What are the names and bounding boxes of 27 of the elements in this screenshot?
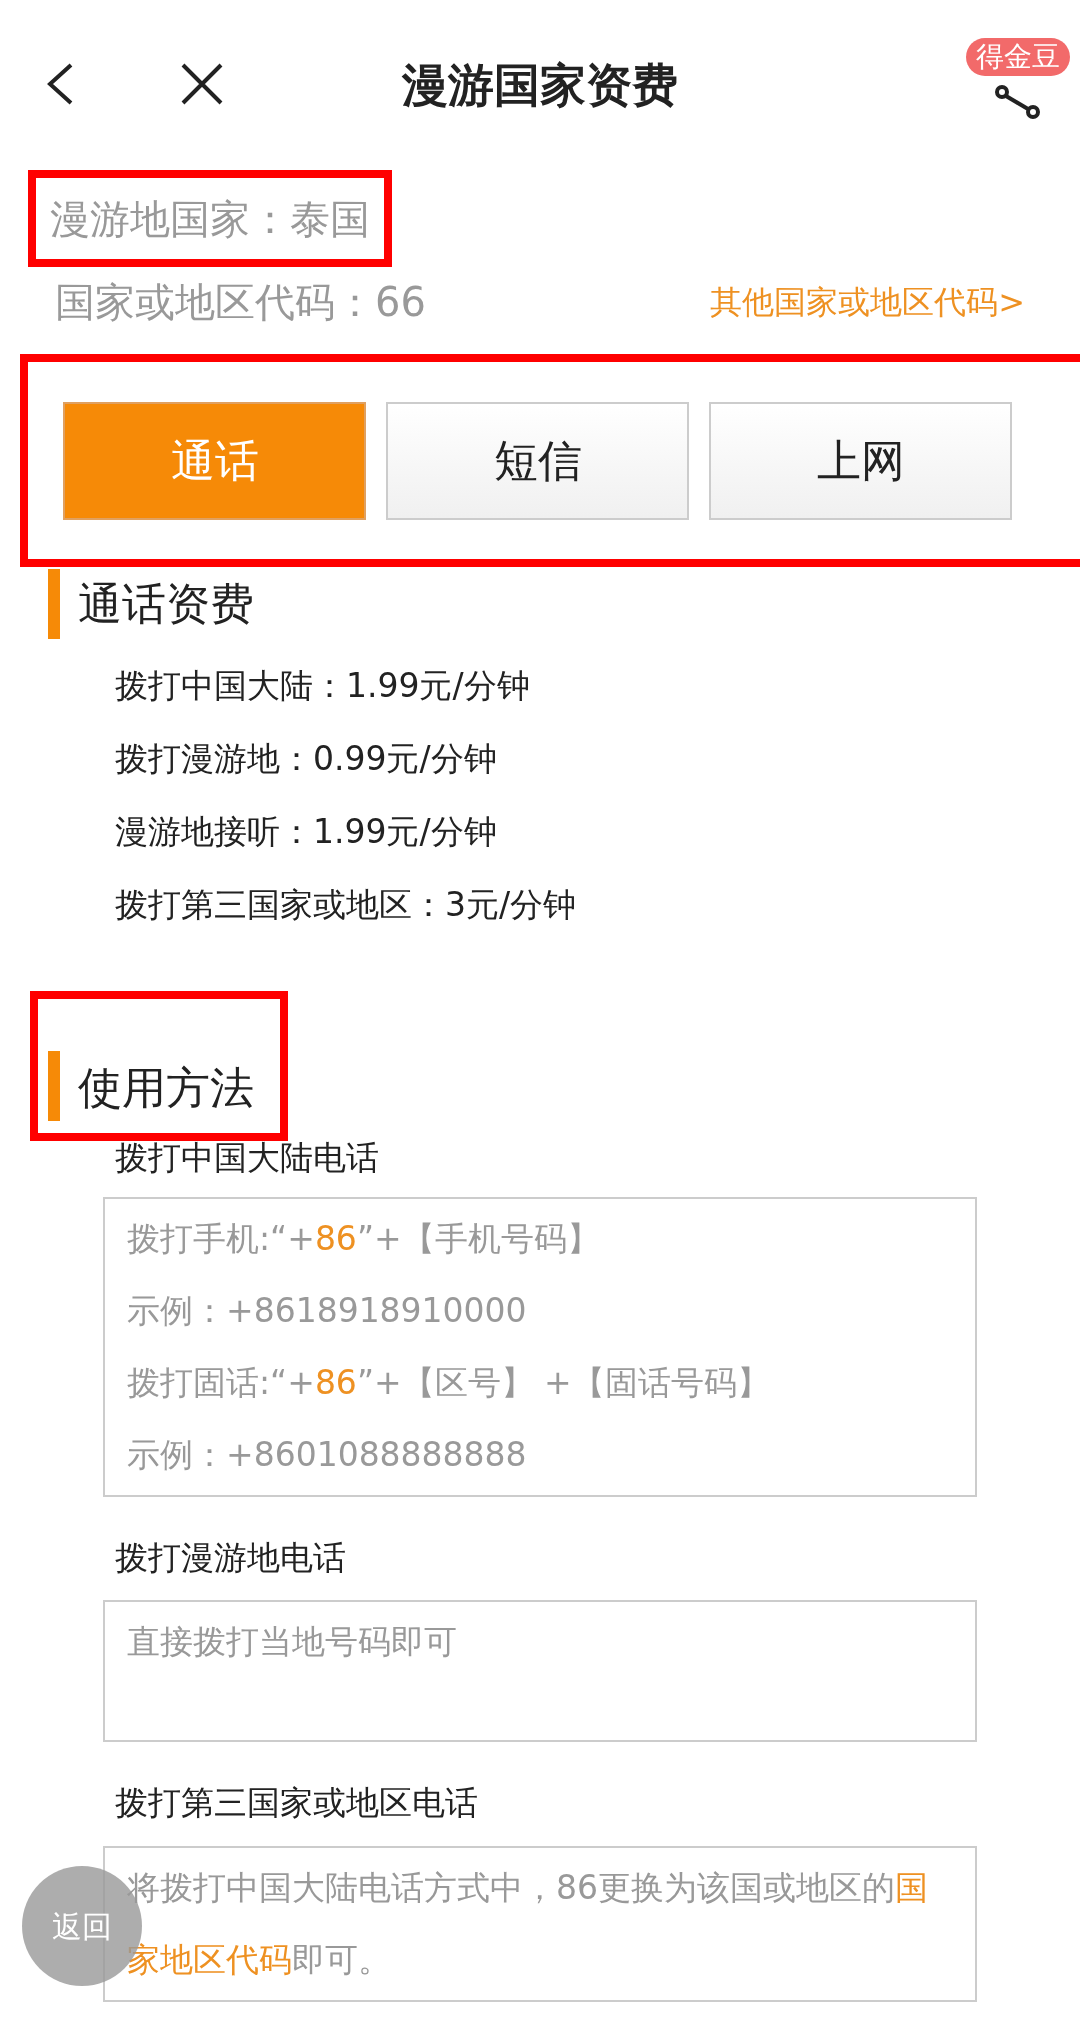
info-text: 示例：+8601088888888 <box>127 1433 528 1476</box>
section-heading: 使用方法 <box>78 1061 254 1115</box>
country-label: 漫游地国家：泰国 <box>50 194 370 244</box>
tab[interactable]: 通话 <box>63 401 366 520</box>
tab[interactable]: 上网 <box>709 401 1012 520</box>
close-icon[interactable] <box>180 62 224 106</box>
tariff-line: 漫游地接听：1.99元/分钟 <box>115 810 498 853</box>
section-heading: 通话资费 <box>78 577 254 631</box>
share-icon[interactable] <box>995 84 1041 120</box>
usage-subheading: 拨打第三国家或地区电话 <box>114 1782 479 1824</box>
country-code: 国家或地区代码：66 <box>55 278 426 327</box>
info-text: 拨打固话:“+86”+【区号】 +【固话号码】 <box>127 1361 771 1404</box>
info-text: 直接拨打当地号码即可 <box>127 1621 458 1663</box>
tariff-line: 拨打中国大陆：1.99元/分钟 <box>115 664 531 707</box>
accent-bar <box>48 569 60 639</box>
usage-subheading: 拨打漫游地电话 <box>114 1536 347 1579</box>
accent-bar <box>48 1051 60 1121</box>
page-title: 漫游国家资费 <box>402 56 678 114</box>
coin-badge[interactable]: 得金豆 <box>966 38 1070 76</box>
tariff-line: 拨打漫游地：0.99元/分钟 <box>115 737 498 780</box>
back-icon[interactable] <box>45 62 75 106</box>
other-codes-link[interactable]: 其他国家或地区代码> <box>710 278 1025 326</box>
info-text: 示例：+8618918910000 <box>127 1289 528 1332</box>
tariff-line: 拨打第三国家或地区：3元/分钟 <box>115 883 578 926</box>
tab[interactable]: 短信 <box>386 401 689 520</box>
info-text: 拨打手机:“+86”+【手机号码】 <box>127 1217 601 1260</box>
usage-subheading: 拨打中国大陆电话 <box>114 1137 380 1179</box>
